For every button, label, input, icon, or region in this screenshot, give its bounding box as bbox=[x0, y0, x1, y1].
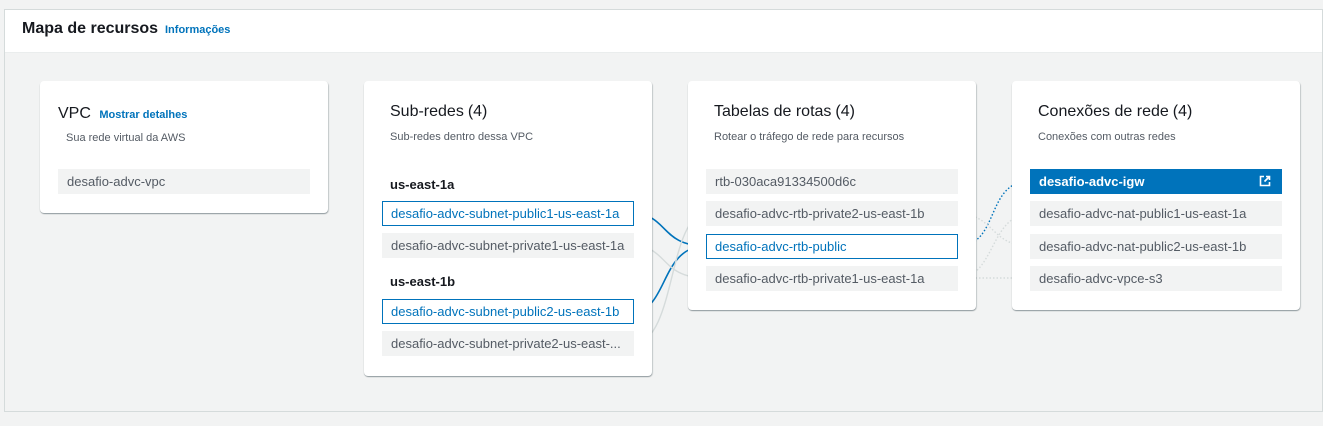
vpc-card: VPC Mostrar detalhes Sua rede virtual da… bbox=[40, 81, 328, 213]
panel-header: Mapa de recursos Informações bbox=[5, 10, 1322, 53]
subnet-item[interactable]: desafio-advc-subnet-public2-us-east-1b bbox=[382, 299, 634, 324]
route-tables-title: Tabelas de rotas bbox=[714, 103, 832, 120]
bottom-bar bbox=[0, 412, 1323, 426]
vpc-subtitle: Sua rede virtual da AWS bbox=[66, 132, 186, 144]
external-link-icon[interactable] bbox=[1258, 174, 1272, 188]
subnet-item[interactable]: desafio-advc-subnet-private2-us-east-... bbox=[382, 331, 634, 356]
connections-card: Conexões de rede (4) Conexões com outras … bbox=[1012, 81, 1300, 310]
info-link[interactable]: Informações bbox=[165, 24, 230, 36]
route-table-item[interactable]: rtb-030aca91334500d6c bbox=[706, 169, 958, 194]
subnet-item[interactable]: desafio-advc-subnet-private1-us-east-1a bbox=[382, 233, 634, 258]
subnets-card: Sub-redes (4) Sub-redes dentro dessa VPC … bbox=[364, 81, 652, 376]
route-tables-card-title: Tabelas de rotas (4) bbox=[714, 103, 855, 121]
route-tables-count: (4) bbox=[835, 103, 855, 120]
vpc-title: VPC bbox=[58, 105, 91, 122]
subnets-subtitle: Sub-redes dentro dessa VPC bbox=[390, 131, 534, 143]
route-table-item[interactable]: desafio-advc-rtb-public bbox=[706, 234, 958, 259]
page-title: Mapa de recursos bbox=[22, 20, 159, 37]
az-group-label: us-east-1b bbox=[390, 274, 456, 289]
subnets-title: Sub-redes bbox=[390, 103, 464, 120]
subnets-card-title: Sub-redes (4) bbox=[390, 103, 487, 121]
connection-item[interactable]: desafio-advc-nat-public2-us-east-1b bbox=[1030, 234, 1282, 259]
vpc-item[interactable]: desafio-advc-vpc bbox=[58, 169, 310, 194]
connections-card-title: Conexões de rede (4) bbox=[1038, 103, 1192, 121]
connection-item[interactable]: desafio-advc-nat-public1-us-east-1a bbox=[1030, 201, 1282, 226]
subnet-item[interactable]: desafio-advc-subnet-public1-us-east-1a bbox=[382, 201, 634, 226]
connections-count: (4) bbox=[1172, 103, 1193, 120]
show-details-link[interactable]: Mostrar detalhes bbox=[99, 109, 187, 121]
route-table-item[interactable]: desafio-advc-rtb-private2-us-east-1b bbox=[706, 201, 958, 226]
connection-item[interactable]: desafio-advc-vpce-s3 bbox=[1030, 266, 1282, 291]
route-tables-card: Tabelas de rotas (4) Rotear o tráfego de … bbox=[688, 81, 976, 310]
subnets-count: (4) bbox=[467, 103, 488, 120]
vpc-card-title: VPC Mostrar detalhes bbox=[58, 105, 187, 123]
connection-item-selected[interactable]: desafio-advc-igw bbox=[1030, 169, 1282, 194]
connection-item-label: desafio-advc-igw bbox=[1039, 174, 1145, 189]
connections-subtitle: Conexões com outras redes bbox=[1038, 131, 1176, 143]
connections-title: Conexões de rede bbox=[1038, 103, 1169, 120]
route-table-item[interactable]: desafio-advc-rtb-private1-us-east-1a bbox=[706, 266, 958, 291]
az-group-label: us-east-1a bbox=[390, 177, 455, 192]
route-tables-subtitle: Rotear o tráfego de rede para recursos bbox=[714, 131, 905, 143]
